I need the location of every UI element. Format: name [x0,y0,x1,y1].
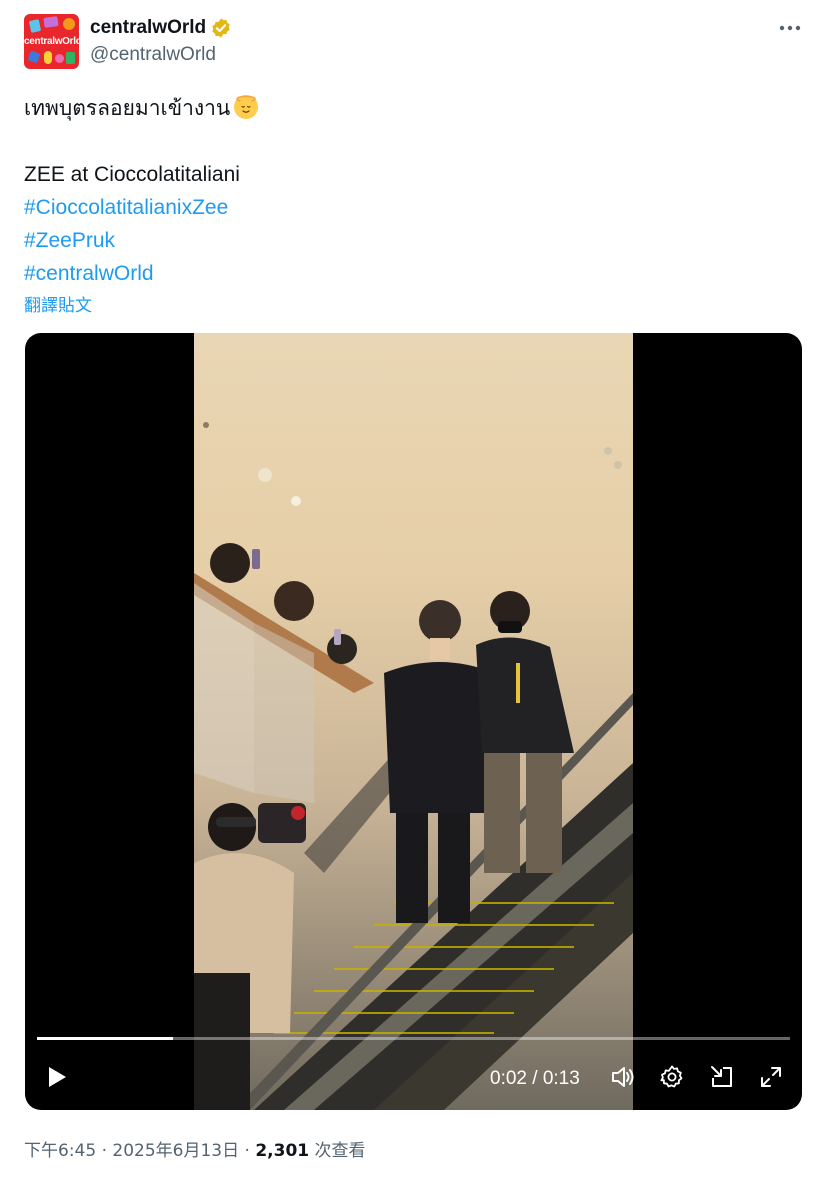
video-progress-bar[interactable] [37,1037,790,1040]
avatar-shape-green [66,52,75,64]
tweet-thai-text: เทพบุตรลอยมาเข้างาน [24,97,231,120]
video-progress-fill [37,1037,173,1040]
avatar-shape-purple [43,16,59,28]
avatar-shape-navy [27,50,41,64]
hashtag-link[interactable]: #ZeePruk [24,224,794,257]
hashtag-link[interactable]: #centralwOrld [24,257,794,290]
avatar-shape-orange [63,18,75,30]
views-count: 2,301 [255,1141,310,1161]
video-time-separator: / [532,1068,538,1089]
display-name[interactable]: centralwOrld [90,17,206,39]
separator-dot: · [244,1141,250,1161]
avatar-logo-text: centralwOrld [24,36,79,47]
verified-badge-icon[interactable] [210,17,232,39]
video-player[interactable]: 0:02 / 0:13 [25,333,802,1110]
avatar-shape-pink [55,54,64,63]
video-current-time: 0:02 [490,1068,527,1089]
play-icon[interactable] [43,1063,71,1091]
translate-post-link[interactable]: 翻譯貼文 [24,291,92,316]
post-date[interactable]: 2025年6月13日 [112,1141,239,1161]
author-info: centralwOrld @centralwOrld [90,16,232,66]
video-duration: 0:13 [542,1068,580,1089]
separator-dot: · [101,1141,107,1161]
tweet-text: เทพบุตรลอยมาเข้างาน ZEE at Cioccolatital… [24,92,794,290]
video-controls: 0:02 / 0:13 [25,1061,802,1097]
tweet-line-2: ZEE at Cioccolatitaliani [24,163,240,186]
angel-face-emoji-icon [234,95,259,119]
tweet: centralwOrld centralwOrld @centralwOrld [0,0,823,1177]
fullscreen-icon[interactable] [757,1063,785,1091]
views-label: 次查看 [314,1141,366,1161]
avatar-shape-yellow [44,51,52,64]
hashtag-link[interactable]: #CioccolatitalianixZee [24,191,794,224]
picture-in-picture-icon[interactable] [708,1063,736,1091]
settings-gear-icon[interactable] [658,1063,686,1091]
avatar[interactable]: centralwOrld [24,14,79,69]
more-options-icon[interactable] [777,18,803,38]
video-frame[interactable] [194,333,633,1110]
display-name-row: centralwOrld [90,16,232,40]
volume-icon[interactable] [609,1063,637,1091]
tweet-line-1: เทพบุตรลอยมาเข้างาน [24,92,794,125]
avatar-shape-blue [28,19,42,33]
tweet-metadata: 下午6:45 · 2025年6月13日 · 2,301 次查看 [24,1136,366,1161]
video-time-display: 0:02 / 0:13 [490,1068,580,1090]
post-time[interactable]: 下午6:45 [24,1141,96,1161]
user-handle[interactable]: @centralwOrld [90,44,232,66]
